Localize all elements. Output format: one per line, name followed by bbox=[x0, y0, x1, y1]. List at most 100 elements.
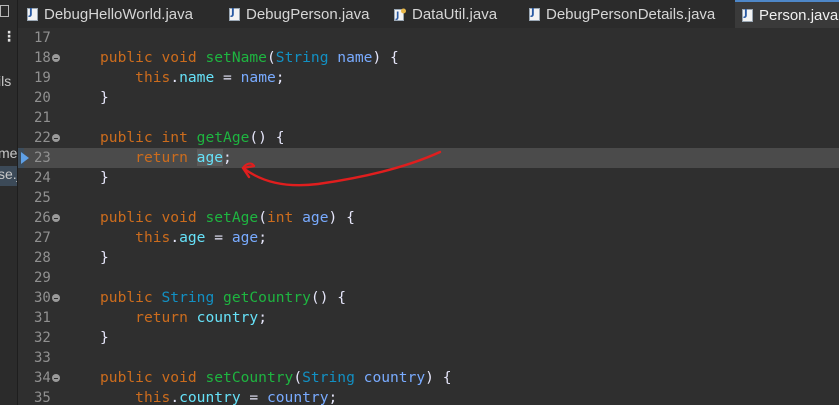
code-token: country bbox=[196, 309, 259, 326]
tab-person[interactable]: Person.java bbox=[735, 0, 839, 28]
line-number: 28 bbox=[34, 250, 51, 266]
line-number: 17 bbox=[34, 30, 51, 46]
code-token: this bbox=[135, 229, 171, 246]
code-token: void bbox=[161, 49, 197, 66]
code-token: public bbox=[100, 49, 153, 66]
fold-collapse-icon[interactable] bbox=[52, 374, 60, 382]
code-token: void bbox=[161, 369, 197, 386]
code-token: } bbox=[100, 89, 109, 106]
code-token: String bbox=[161, 289, 215, 306]
code-token: int bbox=[266, 209, 294, 226]
code-token: age bbox=[179, 229, 206, 246]
code-line[interactable]: 20} bbox=[18, 88, 839, 108]
line-number: 32 bbox=[34, 330, 51, 346]
line-number: 19 bbox=[34, 70, 51, 86]
tab-debugperson[interactable]: DebugPerson.java bbox=[229, 0, 369, 28]
java-file-icon bbox=[27, 7, 38, 21]
code-token: country bbox=[363, 369, 426, 386]
code-line[interactable]: 29 bbox=[18, 268, 839, 288]
code-line[interactable]: 33 bbox=[18, 348, 839, 368]
code-token: ; bbox=[258, 229, 267, 246]
code-token: public bbox=[100, 129, 153, 146]
code-line[interactable]: 25 bbox=[18, 188, 839, 208]
code-line[interactable]: 34 public void setCountry(String country)… bbox=[18, 368, 839, 388]
code-text: return country; bbox=[100, 308, 267, 328]
tab-label: DebugPersonDetails.java bbox=[546, 5, 716, 23]
code-editor[interactable]: 17 18 public void setName(String name) {19… bbox=[18, 28, 839, 405]
code-token: setName bbox=[205, 49, 267, 66]
package-explorer-panel[interactable]: ⋮ ils me se.j bbox=[0, 0, 18, 405]
code-token: } bbox=[100, 249, 109, 266]
svg-text:J: J bbox=[395, 11, 399, 21]
code-text: this.age = age; bbox=[100, 228, 267, 248]
java-file-icon bbox=[742, 8, 753, 22]
tab-label: Person.java bbox=[759, 6, 839, 24]
line-number: 35 bbox=[34, 390, 51, 405]
view-menu-icon[interactable]: ⋮ bbox=[2, 30, 16, 44]
code-text: } bbox=[100, 88, 109, 108]
code-token: setCountry bbox=[205, 369, 294, 386]
code-token: ( bbox=[266, 49, 276, 66]
fold-collapse-icon[interactable] bbox=[52, 294, 60, 302]
code-token: ; bbox=[275, 69, 285, 86]
tab-datautil[interactable]: J DataUtil.java bbox=[394, 0, 497, 28]
code-line[interactable]: 17 bbox=[18, 28, 839, 48]
tree-item-fragment[interactable]: se.j bbox=[0, 166, 17, 182]
code-line[interactable]: 27 this.age = age; bbox=[18, 228, 839, 248]
code-token: . bbox=[170, 389, 180, 405]
java-file-icon bbox=[529, 7, 540, 21]
code-token: () { bbox=[310, 289, 347, 306]
code-line[interactable]: 35 this.country = country; bbox=[18, 388, 839, 405]
code-token: return bbox=[135, 149, 188, 166]
code-token: return bbox=[135, 309, 188, 326]
tree-item-fragment[interactable]: me bbox=[0, 145, 17, 161]
tab-label: DebugHelloWorld.java bbox=[44, 5, 193, 23]
code-text: public void setAge(int age) { bbox=[100, 208, 355, 228]
code-token: country bbox=[266, 389, 329, 405]
code-line[interactable]: 24} bbox=[18, 168, 839, 188]
code-token: country bbox=[179, 389, 241, 405]
code-token: getAge bbox=[196, 129, 250, 146]
code-text: this.name = name; bbox=[100, 68, 285, 88]
tab-debughelloworld[interactable]: DebugHelloWorld.java bbox=[27, 0, 193, 28]
instruction-pointer-icon[interactable] bbox=[21, 152, 29, 164]
fold-collapse-icon[interactable] bbox=[52, 54, 60, 62]
code-line[interactable]: 28} bbox=[18, 248, 839, 268]
code-token: } bbox=[100, 329, 109, 346]
code-token: ( bbox=[293, 369, 303, 386]
tab-debugpersondetails[interactable]: DebugPersonDetails.java bbox=[529, 0, 715, 28]
code-line[interactable]: 21 bbox=[18, 108, 839, 128]
code-token: this bbox=[135, 69, 171, 86]
code-line[interactable]: 18 public void setName(String name) { bbox=[18, 48, 839, 68]
code-line[interactable]: 31 return country; bbox=[18, 308, 839, 328]
line-number: 31 bbox=[34, 310, 51, 326]
code-token: ; bbox=[258, 309, 267, 326]
code-line[interactable]: 22 public int getAge() { bbox=[18, 128, 839, 148]
tree-item-fragment[interactable]: ils bbox=[0, 73, 11, 89]
current-line[interactable]: 23 return age; bbox=[18, 148, 839, 168]
code-text: } bbox=[100, 168, 109, 188]
java-file-icon: J bbox=[394, 8, 406, 21]
tab-label: DebugPerson.java bbox=[246, 5, 370, 23]
code-line[interactable]: 32} bbox=[18, 328, 839, 348]
code-line[interactable]: 26 public void setAge(int age) { bbox=[18, 208, 839, 228]
code-text: return age; bbox=[100, 148, 232, 168]
code-line[interactable]: 30 public String getCountry() { bbox=[18, 288, 839, 308]
code-token: void bbox=[161, 209, 197, 226]
fold-collapse-icon[interactable] bbox=[52, 134, 60, 142]
fold-collapse-icon[interactable] bbox=[52, 214, 60, 222]
code-token: String bbox=[275, 49, 329, 66]
code-token: public bbox=[100, 209, 153, 226]
code-token: int bbox=[161, 129, 188, 146]
window-icon[interactable] bbox=[0, 5, 9, 17]
code-line[interactable]: 19 this.name = name; bbox=[18, 68, 839, 88]
code-token: () { bbox=[249, 129, 285, 146]
